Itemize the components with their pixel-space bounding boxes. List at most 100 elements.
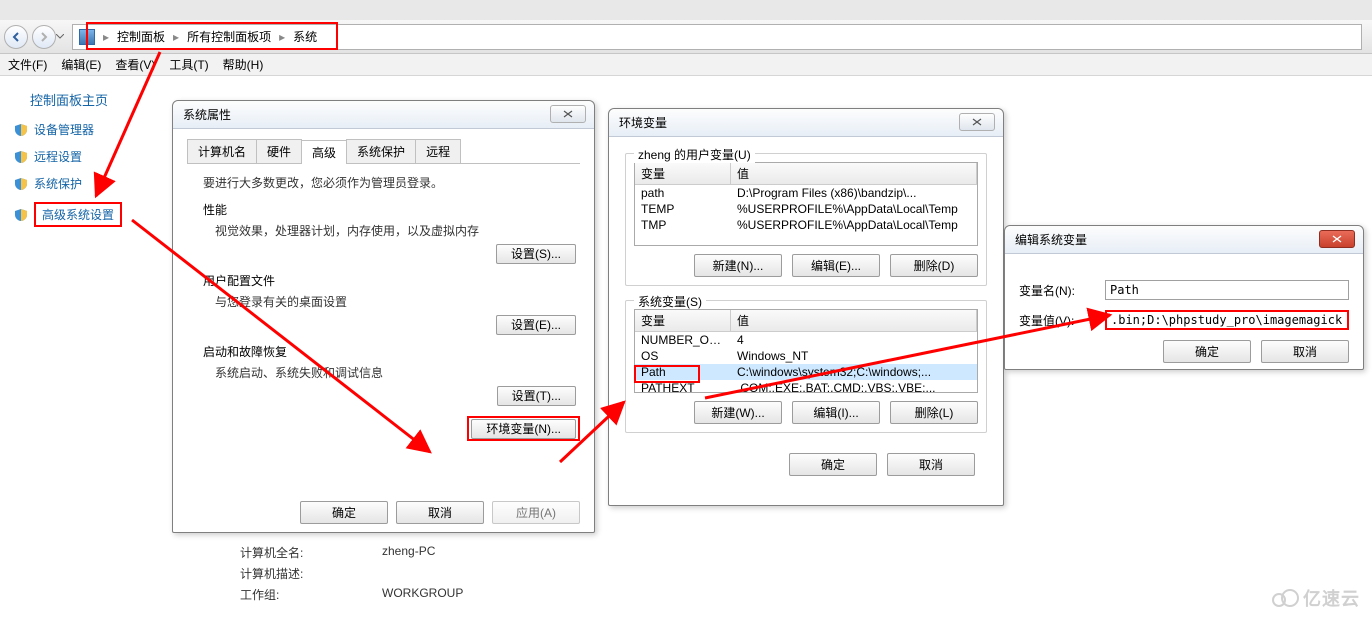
sidebar-item-system-protection[interactable]: 系统保护 [10,175,160,192]
cancel-button[interactable]: 取消 [396,501,484,524]
control-panel-icon [79,29,95,45]
tab-hardware[interactable]: 硬件 [256,139,302,163]
performance-header: 性能 [191,201,576,218]
cancel-button[interactable]: 取消 [887,453,975,476]
watermark-text: 亿速云 [1303,585,1360,611]
browser-tabstrip [0,0,1372,20]
shield-icon [14,123,28,137]
admin-note: 要进行大多数更改，您必须作为管理员登录。 [191,174,576,191]
startup-settings-button[interactable]: 设置(T)... [497,386,576,406]
apply-button[interactable]: 应用(A) [492,501,580,524]
ok-button[interactable]: 确定 [1163,340,1251,363]
var-value-input[interactable] [1105,310,1349,330]
forward-button[interactable] [32,25,56,49]
sys-delete-button[interactable]: 删除(L) [890,401,978,424]
column-header-variable[interactable]: 变量 [635,163,731,184]
tab-computer-name[interactable]: 计算机名 [187,139,257,163]
group-title: 系统变量(S) [634,293,706,310]
workgroup-label: 工作组: [240,586,382,603]
startup-desc: 系统启动、系统失败和调试信息 [191,364,576,381]
var-value-label: 变量值(V): [1019,312,1093,329]
table-row[interactable]: NUMBER_OF_PR...4 [635,332,977,348]
shield-icon [14,150,28,164]
cancel-button[interactable]: 取消 [1261,340,1349,363]
profiles-header: 用户配置文件 [191,272,576,289]
annotation-highlight: 环境变量(N)... [467,416,580,441]
breadcrumb-separator: ▸ [275,30,289,44]
close-button[interactable] [959,113,995,131]
dialog-title: 系统属性 [173,101,594,129]
var-name-input[interactable] [1105,280,1349,300]
ok-button[interactable]: 确定 [789,453,877,476]
menu-file[interactable]: 文件(F) [8,56,47,73]
menu-view[interactable]: 查看(V) [115,56,155,73]
column-header-value[interactable]: 值 [731,163,977,184]
explorer-nav-row: ▸ 控制面板 ▸ 所有控制面板项 ▸ 系统 [0,20,1372,54]
table-row[interactable]: pathD:\Program Files (x86)\bandzip\... [635,185,977,201]
shield-icon [14,208,28,222]
startup-header: 启动和故障恢复 [191,343,576,360]
menu-edit[interactable]: 编辑(E) [61,56,101,73]
profiles-settings-button[interactable]: 设置(E)... [496,315,576,335]
performance-desc: 视觉效果，处理器计划，内存使用，以及虚拟内存 [191,222,576,239]
table-row[interactable]: OSWindows_NT [635,348,977,364]
edit-system-variable-dialog: 编辑系统变量 变量名(N): 变量值(V): 确定 取消 [1004,225,1364,370]
system-variables-table[interactable]: 变量 值 NUMBER_OF_PR...4 OSWindows_NT PathC… [634,309,978,393]
address-breadcrumb[interactable]: ▸ 控制面板 ▸ 所有控制面板项 ▸ 系统 [72,24,1362,50]
table-row-path[interactable]: PathC:\windows\system32;C:\windows;... [635,364,977,380]
user-variables-group: zheng 的用户变量(U) 变量 值 pathD:\Program Files… [625,153,987,286]
sidebar-item-label: 系统保护 [34,175,82,192]
menu-help[interactable]: 帮助(H) [223,56,264,73]
table-row[interactable]: TEMP%USERPROFILE%\AppData\Local\Temp [635,201,977,217]
dialog-title: 编辑系统变量 [1005,226,1363,254]
user-new-button[interactable]: 新建(N)... [694,254,782,277]
full-name-value: zheng-PC [382,544,435,561]
tab-remote[interactable]: 远程 [415,139,461,163]
sidebar-item-label: 高级系统设置 [42,208,114,222]
sys-new-button[interactable]: 新建(W)... [694,401,782,424]
sidebar-item-remote-settings[interactable]: 远程设置 [10,148,160,165]
control-panel-sidebar: 控制面板主页 设备管理器 远程设置 系统保护 高级系统设置 [10,90,160,237]
workgroup-value: WORKGROUP [382,586,463,603]
shield-icon [14,177,28,191]
nav-history-dropdown[interactable] [54,25,66,49]
user-variables-table[interactable]: 变量 值 pathD:\Program Files (x86)\bandzip\… [634,162,978,246]
system-variables-group: 系统变量(S) 变量 值 NUMBER_OF_PR...4 OSWindows_… [625,300,987,433]
column-header-value[interactable]: 值 [731,310,977,331]
column-header-variable[interactable]: 变量 [635,310,731,331]
sys-edit-button[interactable]: 编辑(I)... [792,401,880,424]
menu-tools[interactable]: 工具(T) [169,56,208,73]
environment-variables-button[interactable]: 环境变量(N)... [471,419,576,439]
back-button[interactable] [4,25,28,49]
dialog-footer: 确定 取消 应用(A) [173,501,594,524]
sidebar-item-label: 设备管理器 [34,121,94,138]
sidebar-title[interactable]: 控制面板主页 [10,90,160,109]
tab-system-protection[interactable]: 系统保护 [346,139,416,163]
close-button[interactable] [1319,230,1355,248]
performance-settings-button[interactable]: 设置(S)... [496,244,576,264]
tab-advanced[interactable]: 高级 [301,140,347,164]
user-edit-button[interactable]: 编辑(E)... [792,254,880,277]
system-info-section: 计算机全名:zheng-PC 计算机描述: 工作组:WORKGROUP [240,540,463,607]
breadcrumb-separator: ▸ [99,30,113,44]
var-name-label: 变量名(N): [1019,282,1093,299]
breadcrumb-item[interactable]: 控制面板 [113,25,169,49]
user-delete-button[interactable]: 删除(D) [890,254,978,277]
sidebar-item-label: 远程设置 [34,148,82,165]
annotation-highlight: 高级系统设置 [34,202,122,227]
breadcrumb-separator: ▸ [169,30,183,44]
table-row[interactable]: PATHEXT.COM;.EXE;.BAT;.CMD;.VBS;.VBE;... [635,380,977,393]
breadcrumb-item[interactable]: 所有控制面板项 [183,25,275,49]
menu-bar: 文件(F) 编辑(E) 查看(V) 工具(T) 帮助(H) [0,54,1372,76]
sidebar-item-advanced-settings[interactable]: 高级系统设置 [10,202,160,227]
desc-label: 计算机描述: [240,565,382,582]
sysprop-tabs: 计算机名 硬件 高级 系统保护 远程 [187,139,580,164]
group-title: zheng 的用户变量(U) [634,146,755,163]
table-row[interactable]: TMP%USERPROFILE%\AppData\Local\Temp [635,217,977,233]
environment-variables-dialog: 环境变量 zheng 的用户变量(U) 变量 值 pathD:\Program … [608,108,1004,506]
system-properties-dialog: 系统属性 计算机名 硬件 高级 系统保护 远程 要进行大多数更改，您必须作为管理… [172,100,595,533]
ok-button[interactable]: 确定 [300,501,388,524]
breadcrumb-item[interactable]: 系统 [289,25,321,49]
sidebar-item-device-manager[interactable]: 设备管理器 [10,121,160,138]
close-button[interactable] [550,105,586,123]
